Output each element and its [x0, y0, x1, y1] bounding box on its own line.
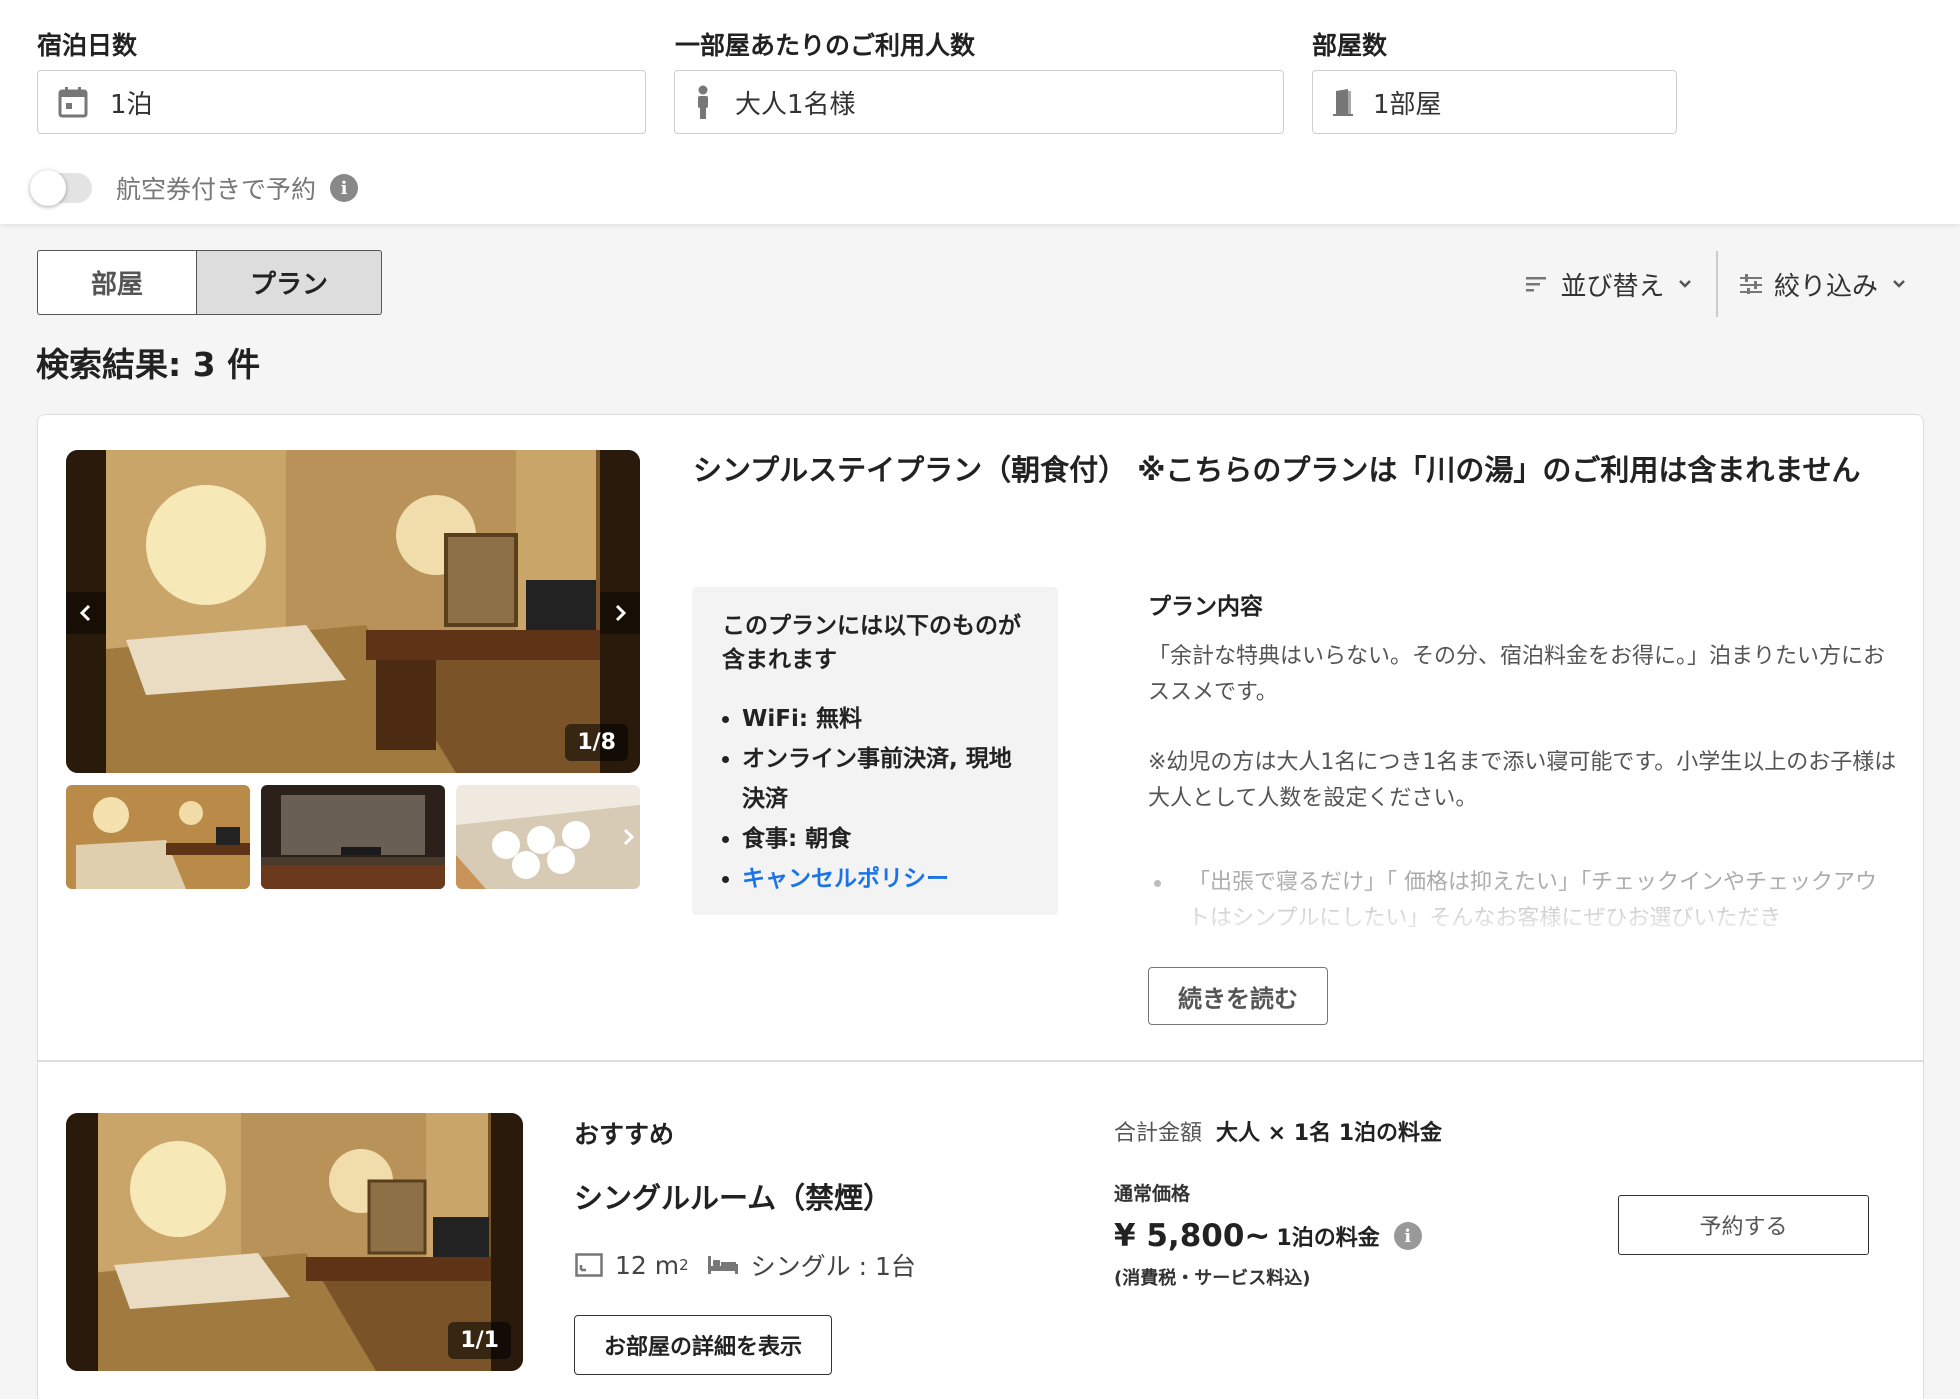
- chevron-right-icon: [615, 604, 627, 622]
- chevron-right-icon: [623, 828, 635, 846]
- price-value: ¥ 5,800~: [1114, 1218, 1271, 1254]
- info-icon[interactable]: i: [1393, 1222, 1422, 1250]
- plan-title: シンプルステイプラン（朝食付） ※こちらのプランは「川の湯」のご利用は含まれませ…: [693, 453, 1861, 487]
- include-item-payment: オンライン事前決済, 現地決済: [722, 739, 1028, 819]
- flight-toggle-label: 航空券付きで予約: [116, 175, 317, 204]
- room-area-unit-sup: 2: [679, 1256, 689, 1274]
- rooms-value: 1部屋: [1373, 89, 1442, 120]
- thumbnail[interactable]: [261, 785, 445, 889]
- plan-includes-list: WiFi: 無料 オンライン事前決済, 現地決済 食事: 朝食 キャンセルポリシ…: [722, 699, 1028, 899]
- photo-next-button[interactable]: [600, 592, 640, 634]
- plan-includes-heading: このプランには以下のものが含まれます: [722, 613, 1021, 673]
- nights-value: 1泊: [110, 89, 153, 120]
- plan-description-note: ※幼児の方は大人1名につき1名まで添い寝可能です。小学生以上のお子様は大人として…: [1148, 750, 1897, 811]
- room-name: シングルルーム（禁煙）: [574, 1181, 893, 1215]
- read-more-button[interactable]: 続きを読む: [1148, 967, 1328, 1025]
- plan-includes-box: このプランには以下のものが含まれます WiFi: 無料 オンライン事前決済, 現…: [692, 587, 1058, 915]
- plan-card: 1/8 シンプルステイプラン（朝食付） ※こちらのプランは「川の湯」のご利用は含…: [37, 414, 1924, 1399]
- filter-button[interactable]: 絞り込み: [1739, 266, 1906, 303]
- plan-description-heading: プラン内容: [1148, 594, 1263, 620]
- cancel-policy-link[interactable]: キャンセルポリシー: [722, 859, 1028, 899]
- thumbnail[interactable]: [456, 785, 640, 889]
- info-icon[interactable]: i: [330, 174, 359, 202]
- price-line: ¥ 5,800~ 1泊の料金 i: [1114, 1218, 1442, 1254]
- chevron-down-icon: [1892, 279, 1906, 289]
- tab-room[interactable]: 部屋: [37, 250, 196, 315]
- price-basis: 大人 × 1名 1泊の料金: [1216, 1121, 1443, 1146]
- sort-filter-bar: 並び替え 絞り込み: [1526, 251, 1906, 317]
- bed-icon: [707, 1254, 739, 1276]
- floor-area-icon: [575, 1253, 603, 1277]
- room-bed: シングル : 1台: [707, 1247, 916, 1283]
- room-area: 12 m2: [575, 1251, 689, 1280]
- price-unit: 1泊の料金: [1276, 1226, 1380, 1251]
- plan-description-faded: 「出張で寝るだけ」「 価格は抑えたい」「チェックインやチェックアウトはシンプルに…: [1148, 865, 1898, 945]
- door-icon: [1331, 85, 1355, 119]
- result-count: 検索結果: 3 件: [36, 345, 261, 384]
- room-area-value: 12 m: [615, 1250, 680, 1280]
- guests-label: 一部屋あたりのご利用人数: [675, 31, 976, 60]
- plan-description: プラン内容 「余計な特典はいらない。その分、宿泊料金をお得に。」泊まりたい方にお…: [1148, 581, 1898, 811]
- recommended-label: おすすめ: [574, 1120, 675, 1149]
- rooms-label: 部屋数: [1312, 31, 1388, 60]
- price-area: 合計金額 大人 × 1名 1泊の料金 通常価格 ¥ 5,800~ 1泊の料金 i…: [1114, 1115, 1442, 1290]
- rooms-field[interactable]: 1部屋: [1312, 70, 1677, 134]
- guests-field[interactable]: 大人1名様: [674, 70, 1284, 134]
- room-photo[interactable]: 1/1: [66, 1113, 523, 1371]
- plan-main-photo[interactable]: 1/8: [66, 450, 640, 773]
- chevron-left-icon: [79, 604, 91, 622]
- filter-icon: [1739, 274, 1762, 294]
- filter-label: 絞り込み: [1773, 271, 1878, 302]
- card-divider: [38, 1060, 1923, 1062]
- nights-label: 宿泊日数: [37, 31, 138, 60]
- guests-value: 大人1名様: [735, 89, 856, 120]
- tab-plan[interactable]: プラン: [196, 250, 382, 315]
- plan-description-text: 「余計な特典はいらない。その分、宿泊料金をお得に。」泊まりたい方におススメです。: [1148, 644, 1886, 705]
- person-icon: [693, 85, 713, 119]
- flight-toggle-row: 航空券付きで予約 i: [30, 170, 359, 206]
- price-tax-note: (消費税・サービス料込): [1114, 1268, 1311, 1289]
- total-label: 合計金額: [1114, 1121, 1203, 1146]
- view-tabs: 部屋 プラン: [37, 250, 382, 315]
- room-specs: 12 m2 シングル : 1台: [575, 1247, 934, 1283]
- photo-counter: 1/1: [448, 1322, 511, 1359]
- plan-description-faded-text: 「出張で寝るだけ」「 価格は抑えたい」「チェックインやチェックアウトはシンプルに…: [1148, 865, 1898, 937]
- flight-toggle[interactable]: [30, 170, 92, 206]
- include-item-meal: 食事: 朝食: [722, 819, 1028, 859]
- nights-field[interactable]: 1泊: [37, 70, 646, 134]
- photo-prev-button[interactable]: [66, 592, 106, 634]
- price-meta: 合計金額 大人 × 1名 1泊の料金: [1114, 1115, 1442, 1147]
- chevron-down-icon: [1678, 279, 1692, 289]
- sort-divider: [1716, 251, 1718, 317]
- reserve-button[interactable]: 予約する: [1618, 1195, 1869, 1255]
- search-panel: 宿泊日数 1泊 一部屋あたりのご利用人数 大人1名様 部屋数 1部屋 航空券付き…: [0, 0, 1960, 224]
- photo-counter: 1/8: [565, 724, 628, 761]
- normal-price-label: 通常価格: [1114, 1183, 1191, 1205]
- sort-button[interactable]: 並び替え: [1526, 266, 1692, 303]
- sort-icon: [1526, 275, 1548, 293]
- sort-label: 並び替え: [1560, 271, 1665, 302]
- hotel-room-photo: 1/8: [66, 450, 640, 773]
- include-item-wifi: WiFi: 無料: [722, 699, 1028, 739]
- room-detail-button[interactable]: お部屋の詳細を表示: [574, 1315, 832, 1375]
- thumbnail[interactable]: [66, 785, 250, 889]
- room-bed-value: シングル : 1台: [750, 1252, 916, 1281]
- calendar-icon: [56, 85, 90, 119]
- photo-thumbnails: [66, 785, 640, 889]
